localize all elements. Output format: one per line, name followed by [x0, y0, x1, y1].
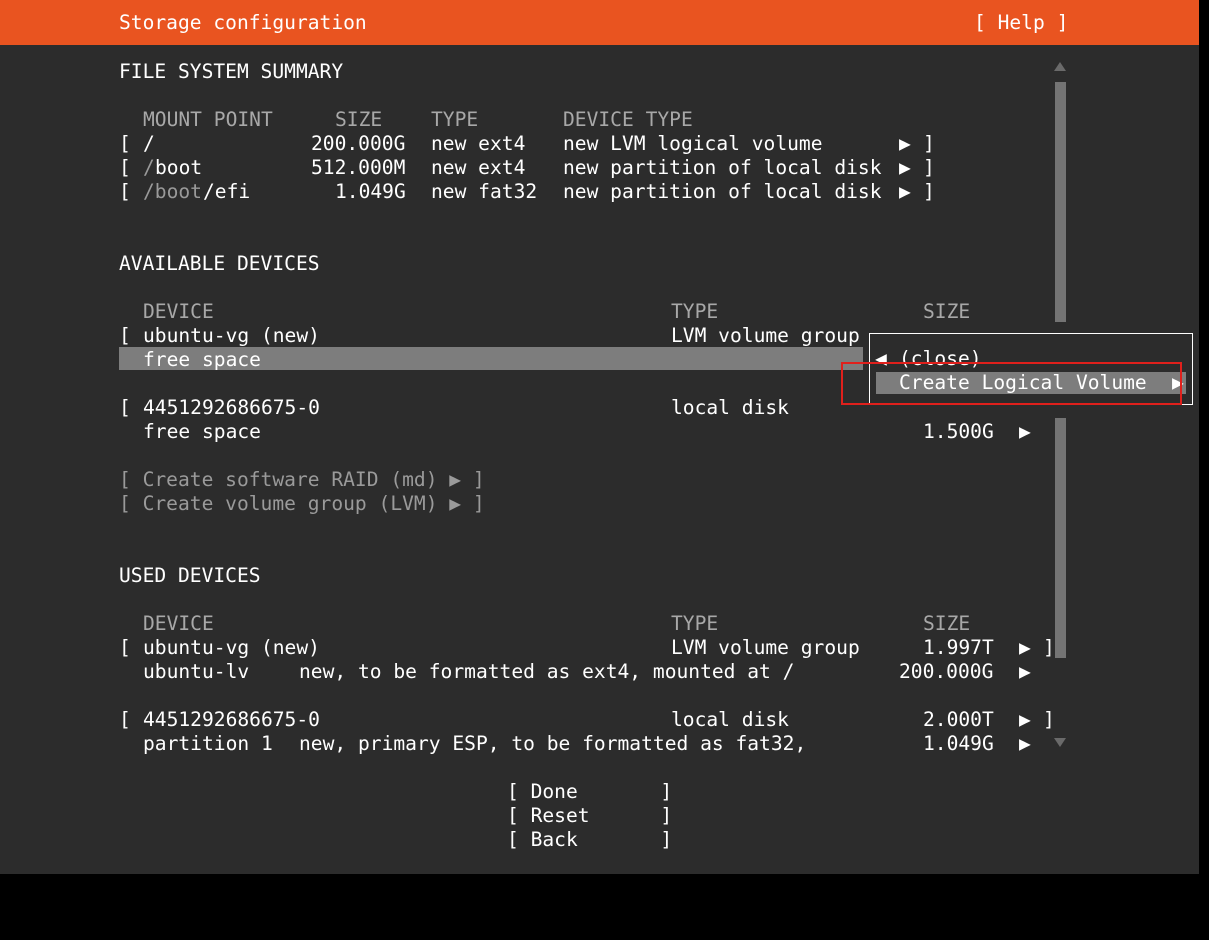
- col-device-type: DEVICE TYPE: [563, 108, 693, 131]
- create-raid-button[interactable]: [ Create software RAID (md) ▶ ]: [119, 468, 485, 492]
- col-size: SIZE: [335, 108, 383, 131]
- fs-device-type: new LVM logical volume: [563, 132, 823, 155]
- col-size: SIZE: [923, 612, 971, 635]
- back-button[interactable]: [ Back ]: [507, 828, 672, 852]
- row-arrow-icon: ▶: [1019, 420, 1031, 443]
- bottom-black-area: [0, 874, 1209, 940]
- bracket-right: ]: [923, 156, 935, 179]
- col-type: TYPE: [431, 108, 479, 131]
- device-size: 1.500G: [923, 420, 994, 443]
- annotation-highlight-box: [841, 362, 1182, 405]
- fs-type: new ext4: [431, 132, 526, 155]
- bracket-left: [: [119, 708, 131, 731]
- row-arrow-icon: ▶: [1019, 732, 1031, 755]
- bracket-right: ]: [923, 180, 935, 203]
- fs-type: new ext4: [431, 156, 526, 179]
- device-size: 200.000G: [899, 660, 994, 683]
- bracket-left: [: [119, 156, 131, 179]
- help-button[interactable]: [ Help ]: [974, 11, 1068, 35]
- row-arrow-icon: ▶: [899, 132, 911, 155]
- device-size: 1.049G: [923, 732, 994, 755]
- bracket-left: [: [119, 396, 131, 419]
- done-button[interactable]: [ Done ]: [507, 780, 672, 804]
- col-device: DEVICE: [143, 612, 214, 635]
- bracket-right: ]: [923, 132, 935, 155]
- bracket-right: ]: [1043, 636, 1055, 659]
- device-name: free space: [143, 420, 261, 443]
- mount-point-prefix: /boot: [143, 180, 202, 203]
- device-name: ubuntu-vg (new): [143, 636, 320, 659]
- available-devices-title: AVAILABLE DEVICES: [119, 252, 320, 275]
- device-description: new, primary ESP, to be formatted as fat…: [299, 732, 807, 755]
- fs-size: 512.000M: [311, 156, 406, 179]
- mount-point: /: [143, 132, 155, 155]
- device-name: ubuntu-vg (new): [143, 324, 320, 347]
- reset-button[interactable]: [ Reset ]: [507, 804, 672, 828]
- scrollbar-thumb[interactable]: [1055, 82, 1066, 322]
- device-name: free space: [143, 348, 261, 371]
- device-type: local disk: [671, 396, 789, 419]
- page-title: Storage configuration: [119, 11, 367, 34]
- bracket-left: [: [119, 180, 131, 203]
- scrollbar-track-lower[interactable]: [1055, 418, 1066, 658]
- used-devices-title: USED DEVICES: [119, 564, 261, 587]
- col-type: TYPE: [671, 300, 719, 323]
- fs-device-type: new partition of local disk: [563, 180, 882, 203]
- row-arrow-icon: ▶: [899, 180, 911, 203]
- col-mount-point: MOUNT POINT: [143, 108, 273, 131]
- row-arrow-icon: ▶: [1019, 660, 1031, 683]
- bracket-left: [: [119, 324, 131, 347]
- scroll-down-icon[interactable]: [1054, 738, 1066, 747]
- fs-summary-title: FILE SYSTEM SUMMARY: [119, 60, 344, 83]
- scroll-up-icon[interactable]: [1054, 62, 1066, 71]
- bracket-right: ]: [1043, 708, 1055, 731]
- device-type: LVM volume group: [671, 636, 860, 659]
- row-arrow-icon: ▶: [899, 156, 911, 179]
- mount-point-prefix: /: [143, 156, 155, 179]
- col-device: DEVICE: [143, 300, 214, 323]
- device-description: new, to be formatted as ext4, mounted at…: [299, 660, 795, 683]
- device-name: ubuntu-lv: [143, 660, 250, 683]
- bracket-left: [: [119, 636, 131, 659]
- fs-size: 1.049G: [335, 180, 406, 203]
- installer-screen: Storage configuration [ Help ] FILE SYST…: [0, 0, 1209, 940]
- row-arrow-icon: ▶: [1019, 636, 1031, 659]
- row-arrow-icon: ▶: [1019, 708, 1031, 731]
- col-type: TYPE: [671, 612, 719, 635]
- device-type: local disk: [671, 708, 789, 731]
- device-type: LVM volume group: [671, 324, 860, 347]
- fs-size: 200.000G: [311, 132, 406, 155]
- device-size: 2.000T: [923, 708, 994, 731]
- create-lvm-button[interactable]: [ Create volume group (LVM) ▶ ]: [119, 492, 485, 516]
- bracket-left: [: [119, 132, 131, 155]
- device-name: partition 1: [143, 732, 273, 755]
- device-size: 1.997T: [923, 636, 994, 659]
- mount-point: boot: [155, 156, 203, 179]
- device-name: 4451292686675-0: [143, 708, 320, 731]
- fs-device-type: new partition of local disk: [563, 156, 882, 179]
- device-name: 4451292686675-0: [143, 396, 320, 419]
- col-size: SIZE: [923, 300, 971, 323]
- fs-type: new fat32: [431, 180, 538, 203]
- mount-point: /efi: [203, 180, 251, 203]
